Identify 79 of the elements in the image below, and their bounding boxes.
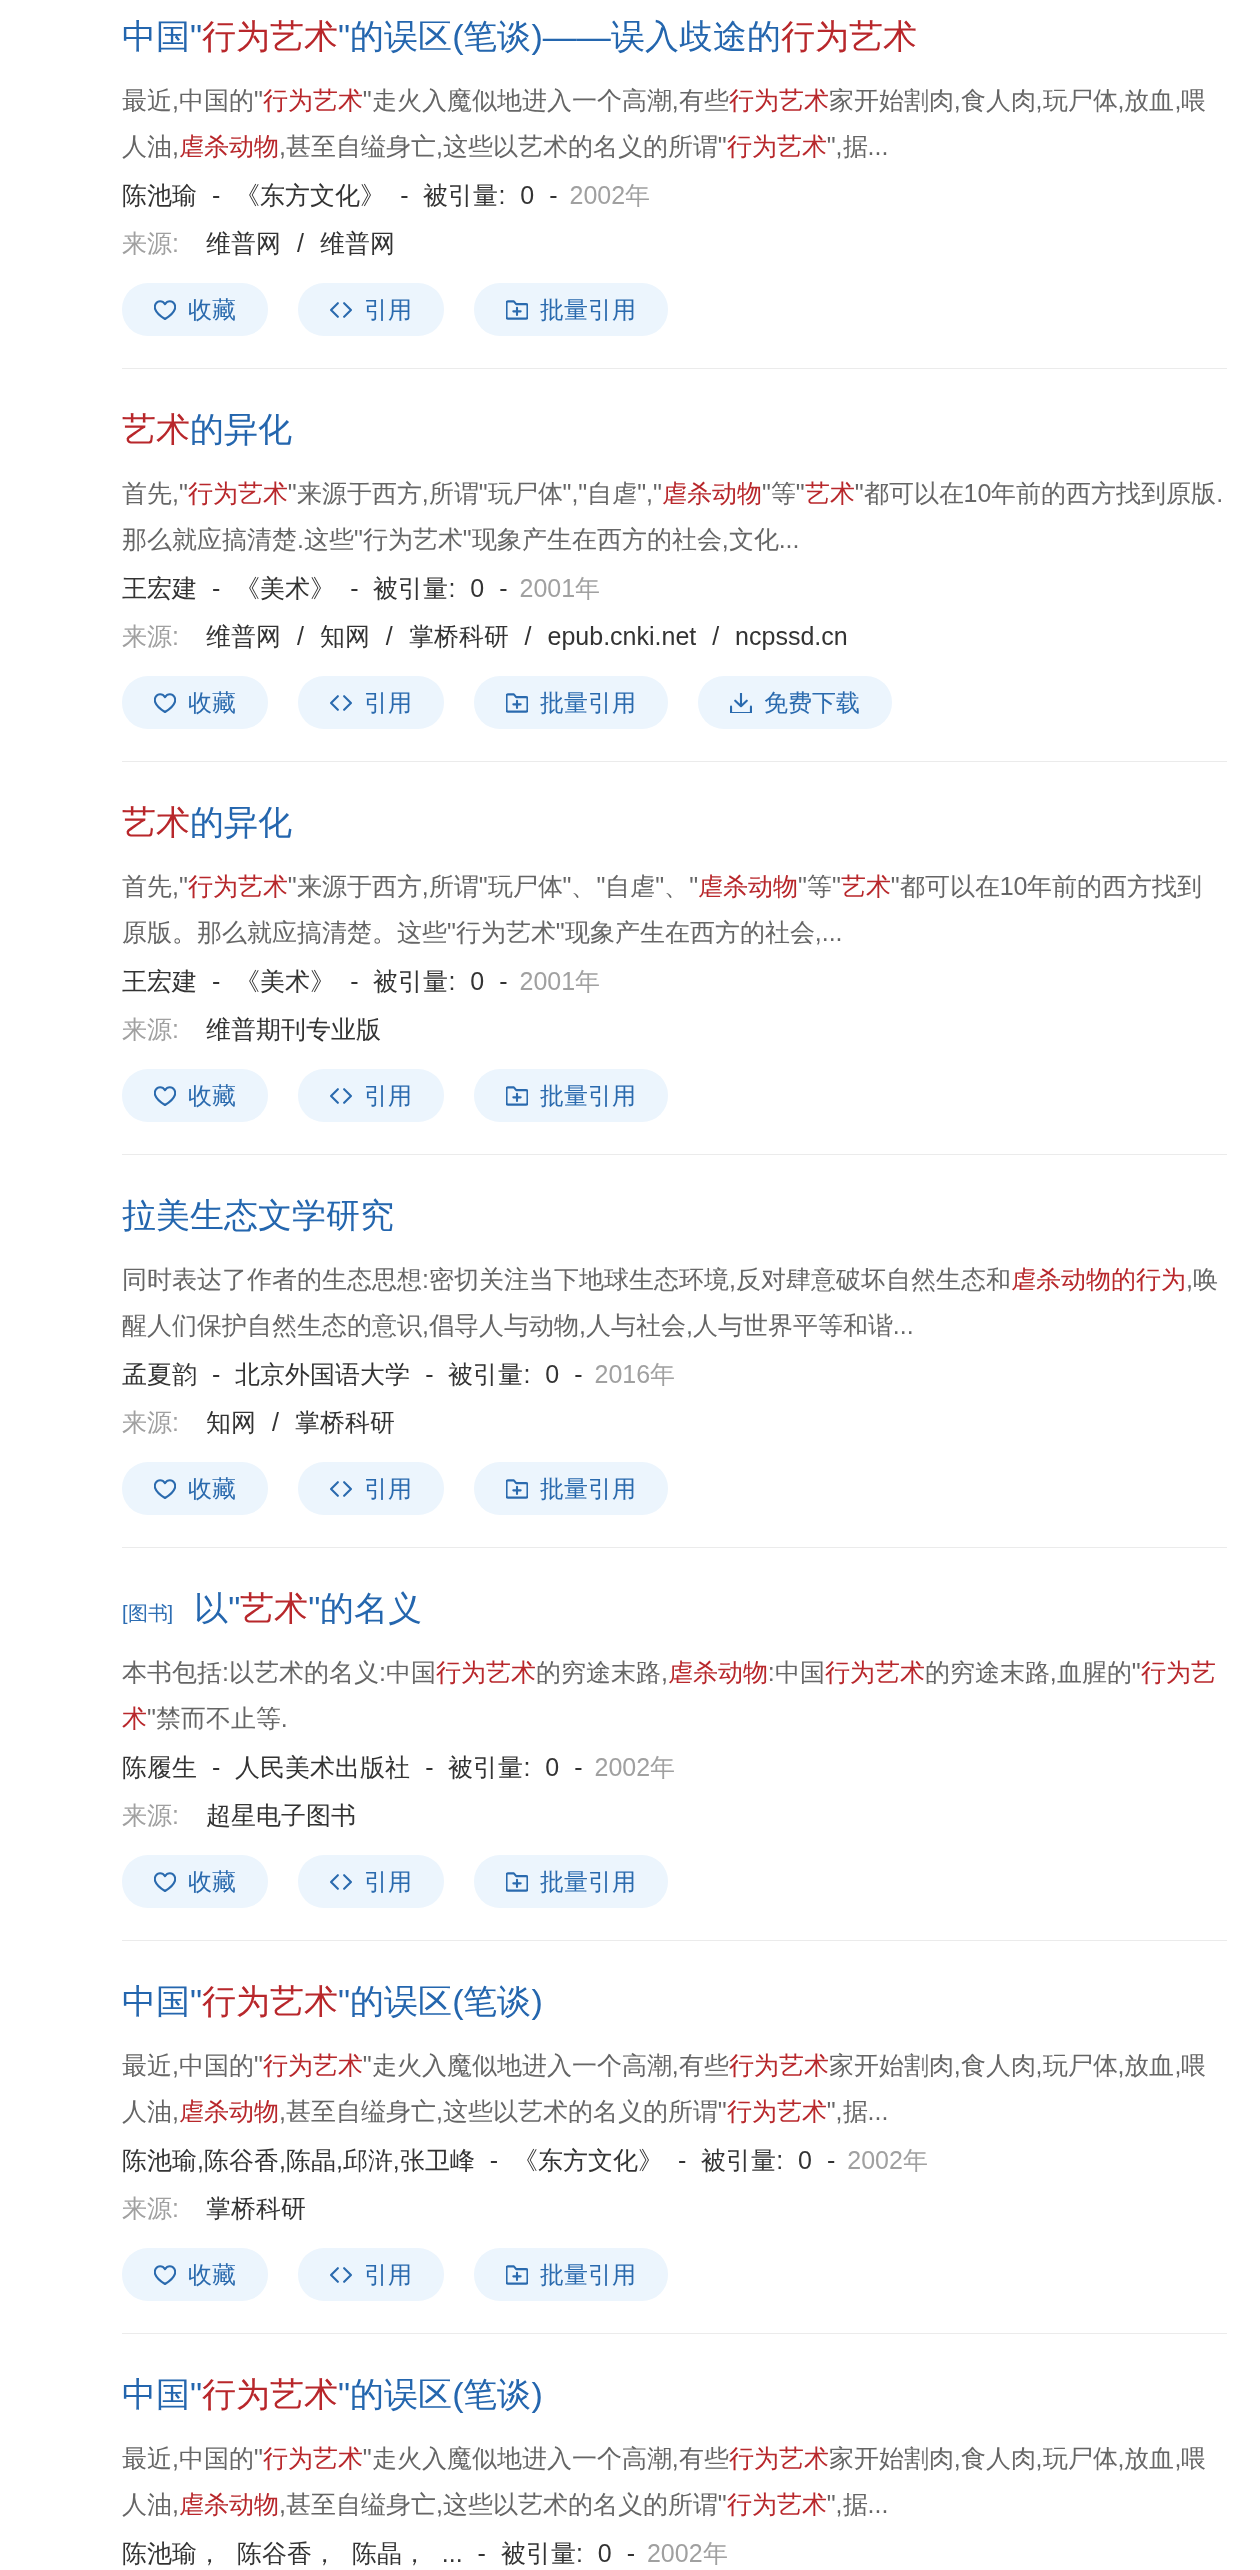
year-label: 2016年	[594, 1359, 676, 1389]
folder-plus-icon	[506, 1478, 528, 1499]
download-icon	[730, 692, 752, 713]
author-info-text: 陈履生 - 人民美术出版社 - 被引量: 0 -	[122, 1752, 583, 1782]
cite-button[interactable]: 引用	[298, 1462, 444, 1515]
heart-icon	[154, 1478, 176, 1499]
cite-button[interactable]: 引用	[298, 2248, 444, 2301]
cite-button[interactable]: 引用	[298, 1069, 444, 1122]
source-list: 知网 / 掌桥科研	[206, 1406, 395, 1438]
year-label: 2002年	[847, 2145, 928, 2175]
result-title-link[interactable]: 艺术的异化	[122, 797, 292, 847]
code-icon	[330, 299, 352, 320]
batch-cite-button[interactable]: 批量引用	[474, 1069, 668, 1122]
result-title-link[interactable]: 中国"行为艺术"的误区(笔谈)——误入歧途的行为艺术	[122, 11, 917, 61]
batch-cite-button[interactable]: 批量引用	[474, 676, 668, 729]
heart-icon	[154, 299, 176, 320]
author-info-text: 陈池瑜， 陈谷香， 陈晶， ... - 被引量: 0 -	[122, 2538, 635, 2568]
folder-plus-icon	[506, 1085, 528, 1106]
year-label: 2002年	[646, 2538, 728, 2568]
cite-button[interactable]: 引用	[298, 1855, 444, 1908]
source-label: 来源:	[122, 1407, 180, 1438]
source-list: 掌桥科研	[206, 2192, 306, 2224]
code-icon	[330, 1871, 352, 1892]
favorite-button[interactable]: 收藏	[122, 1855, 268, 1908]
favorite-button[interactable]: 收藏	[122, 283, 268, 336]
cite-button[interactable]: 引用	[298, 283, 444, 336]
author-info-text: 陈池瑜 - 《东方文化》 - 被引量: 0 -	[122, 180, 558, 210]
code-icon	[330, 692, 352, 713]
result-title-link[interactable]: 拉美生态文学研究	[122, 1190, 394, 1240]
favorite-button[interactable]: 收藏	[122, 1069, 268, 1122]
download-button[interactable]: 免费下载	[698, 676, 892, 729]
folder-plus-icon	[506, 1871, 528, 1892]
abstract-snippet: 最近,中国的"行为艺术"走火入魔似地进入一个高潮,有些行为艺术家开始割肉,食人肉,玩尸体,放血,喂人油,虐杀动物,甚至自缢身亡,这些以艺术的名义的所谓"行为艺术",据...	[122, 2443, 1208, 2520]
author-info-text: 孟夏韵 - 北京外国语大学 - 被引量: 0 -	[122, 1359, 583, 1389]
source-label: 来源:	[122, 621, 180, 652]
result-title-link[interactable]: 艺术的异化	[122, 404, 292, 454]
author-info-text: 王宏建 - 《美术》 - 被引量: 0 -	[122, 573, 508, 603]
code-icon	[330, 2264, 352, 2285]
result-title-link[interactable]: 中国"行为艺术"的误区(笔谈)	[122, 2369, 543, 2419]
cite-button[interactable]: 引用	[298, 676, 444, 729]
abstract-snippet: 本书包括:以艺术的名义:中国行为艺术的穷途末路,虐杀动物:中国行为艺术的穷途末路,血腥的"行为艺术"禁而不止等.	[122, 1657, 1217, 1734]
folder-plus-icon	[506, 2264, 528, 2285]
year-label: 2001年	[519, 966, 601, 996]
year-label: 2002年	[569, 180, 651, 210]
author-info-text: 陈池瑜,陈谷香,陈晶,邱浒,张卫峰 - 《东方文化》 - 被引量: 0 -	[122, 2145, 836, 2175]
abstract-snippet: 首先,"行为艺术"来源于西方,所谓"玩尸体","自虐","虐杀动物"等"艺术"都可以在10年前的西方找到原版.那么就应搞清楚.这些"行为艺术"现象产生在西方的社会,文化...	[122, 478, 1225, 555]
abstract-snippet: 最近,中国的"行为艺术"走火入魔似地进入一个高潮,有些行为艺术家开始割肉,食人肉,玩尸体,放血,喂人油,虐杀动物,甚至自缢身亡,这些以艺术的名义的所谓"行为艺术",据...	[122, 85, 1208, 162]
batch-cite-button[interactable]: 批量引用	[474, 283, 668, 336]
source-list: 维普期刊专业版	[206, 1013, 381, 1045]
favorite-button[interactable]: 收藏	[122, 1462, 268, 1515]
source-label: 来源:	[122, 228, 180, 259]
heart-icon	[154, 692, 176, 713]
source-list: 超星电子图书	[206, 1799, 356, 1831]
year-label: 2002年	[594, 1752, 676, 1782]
result-title-link[interactable]: 中国"行为艺术"的误区(笔谈)	[122, 1976, 543, 2026]
author-info-text: 王宏建 - 《美术》 - 被引量: 0 -	[122, 966, 508, 996]
abstract-snippet: 同时表达了作者的生态思想:密切关注当下地球生态环境,反对肆意破坏自然生态和虐杀动物的行为,唤醒人们保护自然生态的意识,倡导人与动物,人与社会,人与世界平等和谐...	[122, 1264, 1219, 1341]
category-tag: [图书]	[122, 1588, 174, 1638]
folder-plus-icon	[506, 299, 528, 320]
batch-cite-button[interactable]: 批量引用	[474, 2248, 668, 2301]
result-title-link[interactable]: 以"艺术"的名义	[194, 1583, 423, 1633]
folder-plus-icon	[506, 692, 528, 713]
heart-icon	[154, 2264, 176, 2285]
source-label: 来源:	[122, 1014, 180, 1045]
abstract-snippet: 首先,"行为艺术"来源于西方,所谓"玩尸体"、"自虐"、"虐杀动物"等"艺术"都可以在10年前的西方找到原版。那么就应搞清楚。这些"行为艺术"现象产生在西方的社会,...	[122, 871, 1204, 948]
heart-icon	[154, 1871, 176, 1892]
batch-cite-button[interactable]: 批量引用	[474, 1855, 668, 1908]
source-label: 来源:	[122, 2193, 180, 2224]
favorite-button[interactable]: 收藏	[122, 676, 268, 729]
code-icon	[330, 1478, 352, 1499]
heart-icon	[154, 1085, 176, 1106]
source-list: 维普网 / 维普网	[206, 227, 395, 259]
code-icon	[330, 1085, 352, 1106]
source-label: 来源:	[122, 1800, 180, 1831]
year-label: 2001年	[519, 573, 601, 603]
source-list: 维普网 / 知网 / 掌桥科研 / epub.cnki.net / ncpssd.cn	[206, 620, 848, 652]
abstract-snippet: 最近,中国的"行为艺术"走火入魔似地进入一个高潮,有些行为艺术家开始割肉,食人肉,玩尸体,放血,喂人油,虐杀动物,甚至自缢身亡,这些以艺术的名义的所谓"行为艺术",据...	[122, 2050, 1208, 2127]
batch-cite-button[interactable]: 批量引用	[474, 1462, 668, 1515]
favorite-button[interactable]: 收藏	[122, 2248, 268, 2301]
